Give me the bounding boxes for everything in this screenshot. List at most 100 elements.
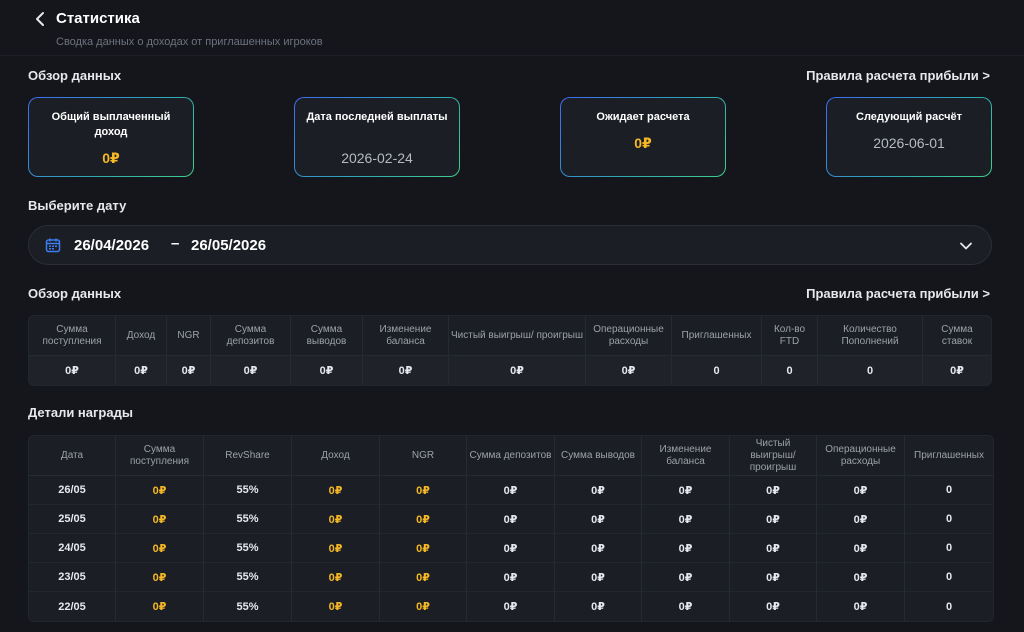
table-cell: 0₽ (380, 534, 467, 563)
table-cell: 26/05 (29, 476, 116, 505)
table-cell: 0₽ (467, 563, 555, 592)
card-total-paid: Общий выплаченный доход 0₽ (28, 97, 194, 177)
card-last-payout-date: Дата последней выплаты 2026-02-24 (294, 97, 460, 177)
table-cell: 0₽ (555, 592, 642, 621)
summary-row: 0₽ 0₽ 0₽ 0₽ 0₽ 0₽ 0₽ 0₽ 0 0 0 0₽ (29, 356, 991, 385)
table-cell: 0 (905, 563, 993, 592)
profit-rules-link[interactable]: Правила расчета прибыли > (806, 68, 990, 83)
date-range-picker[interactable]: 26/04/2026 – 26/05/2026 (28, 225, 992, 265)
table-cell: 23/05 (29, 563, 116, 592)
summary-header-cell: Доход (116, 316, 167, 356)
table-cell: 0₽ (467, 592, 555, 621)
page-header: Статистика Сводка данных о доходах от пр… (0, 0, 1024, 56)
card-value: 2026-06-01 (873, 135, 945, 151)
table-cell: 0₽ (116, 476, 204, 505)
summary-header-cell: Чистый выигрыш/ проигрыш (449, 316, 586, 356)
table-cell: 0₽ (730, 534, 817, 563)
table-cell: 0₽ (292, 592, 380, 621)
chevron-down-icon[interactable] (959, 239, 973, 253)
table-cell: 55% (204, 476, 292, 505)
date-to: 26/05/2026 (191, 237, 267, 254)
summary-header-cell: Кол-во FTD (762, 316, 818, 356)
summary-header-cell: Приглашенных (672, 316, 762, 356)
page-subtitle: Сводка данных о доходах от приглашенных … (56, 36, 323, 48)
table-cell: 0₽ (292, 534, 380, 563)
overview-title: Обзор данных (28, 68, 122, 83)
table-cell: 0₽ (817, 505, 905, 534)
table-cell: 0 (945, 600, 953, 613)
rewards-header-cell: Сумма поступления (116, 436, 204, 476)
table-cell: 0₽ (730, 563, 817, 592)
table-cell: 0₽ (555, 505, 642, 534)
rewards-header-cell: Дата (29, 436, 116, 476)
table-cell: 0₽ (380, 592, 467, 621)
summary-header-cell: Сумма депозитов (211, 316, 291, 356)
summary-cell: 0 (762, 356, 818, 385)
calendar-icon (45, 237, 61, 253)
date-from: 26/04/2026 (74, 237, 150, 254)
table-row: 22/05 0₽ 55% 0₽ 0₽ 0₽ 0₽ 0₽ 0₽ 0₽ 0 (29, 592, 993, 621)
table-cell: 0₽ (555, 476, 642, 505)
table-row: 26/05 0₽ 55% 0₽ 0₽ 0₽ 0₽ 0₽ 0₽ 0₽ 0 (29, 476, 993, 505)
date-separator: – (171, 235, 180, 252)
table-cell: 0₽ (555, 534, 642, 563)
table-cell: 25/05 (29, 505, 116, 534)
summary-cell: 0₽ (116, 356, 167, 385)
summary-header-cell: Сумма выводов (291, 316, 363, 356)
table-cell: 55% (204, 505, 292, 534)
table-cell: 0₽ (292, 505, 380, 534)
card-label: Следующий расчёт (856, 111, 962, 123)
summary-header-cell: Сумма поступления (29, 316, 116, 356)
summary-title: Обзор данных (28, 286, 122, 301)
table-cell: 0₽ (730, 476, 817, 505)
summary-cell: 0₽ (291, 356, 363, 385)
summary-header-cell: Количество Пополнений (818, 316, 923, 356)
table-cell: 0₽ (467, 534, 555, 563)
date-section-title: Выберите дату (28, 198, 127, 213)
table-cell: 0 (905, 534, 993, 563)
rewards-header-cell: Изменение баланса (642, 436, 730, 476)
table-cell: 0₽ (730, 592, 817, 621)
rewards-header-cell: Чистый выигрыш/ проигрыш (730, 436, 817, 476)
table-cell: 24/05 (29, 534, 116, 563)
table-cell: 0 (905, 505, 993, 534)
summary-header-cell: NGR (167, 316, 211, 356)
table-cell: 0₽ (380, 476, 467, 505)
rewards-header-cell: Операционные расходы (817, 436, 905, 476)
table-cell: 0₽ (555, 563, 642, 592)
table-cell: 0₽ (642, 592, 730, 621)
table-cell: 0₽ (292, 563, 380, 592)
table-row: 24/05 0₽ 55% 0₽ 0₽ 0₽ 0₽ 0₽ 0₽ 0₽ 0 (29, 534, 993, 563)
profit-rules-link-2[interactable]: Правила расчета прибыли > (806, 286, 990, 301)
summary-header-cell: Операционные расходы (586, 316, 672, 356)
table-cell: 0₽ (817, 534, 905, 563)
table-cell: 55% (204, 592, 292, 621)
rewards-header-cell: RevShare (204, 436, 292, 476)
table-cell: 0₽ (817, 476, 905, 505)
summary-cell: 0₽ (363, 356, 449, 385)
table-cell: 0₽ (730, 505, 817, 534)
rewards-title: Детали награды (28, 405, 133, 420)
table-cell: 55% (204, 534, 292, 563)
table-cell: 0₽ (292, 476, 380, 505)
table-cell: 0₽ (642, 505, 730, 534)
summary-header-cell: Изменение баланса (363, 316, 449, 356)
table-cell: 0₽ (116, 563, 204, 592)
card-label: Общий выплаченный доход (51, 111, 171, 138)
card-next-calculation: Следующий расчёт 2026-06-01 (826, 97, 992, 177)
card-value: 0₽ (634, 135, 652, 151)
summary-cell: 0₽ (167, 356, 211, 385)
rewards-header-cell: Доход (292, 436, 380, 476)
table-cell: 0₽ (116, 534, 204, 563)
summary-cell: 0₽ (211, 356, 291, 385)
table-cell: 0₽ (642, 534, 730, 563)
summary-cell: 0₽ (29, 356, 116, 385)
table-cell: 0₽ (116, 592, 204, 621)
card-pending: Ожидает расчета 0₽ (560, 97, 726, 177)
table-cell: 0₽ (642, 476, 730, 505)
table-cell: 0₽ (380, 505, 467, 534)
chevron-left-icon[interactable] (34, 10, 48, 28)
table-cell: 0₽ (380, 563, 467, 592)
table-cell: 0 (905, 476, 993, 505)
table-cell: 0₽ (817, 563, 905, 592)
